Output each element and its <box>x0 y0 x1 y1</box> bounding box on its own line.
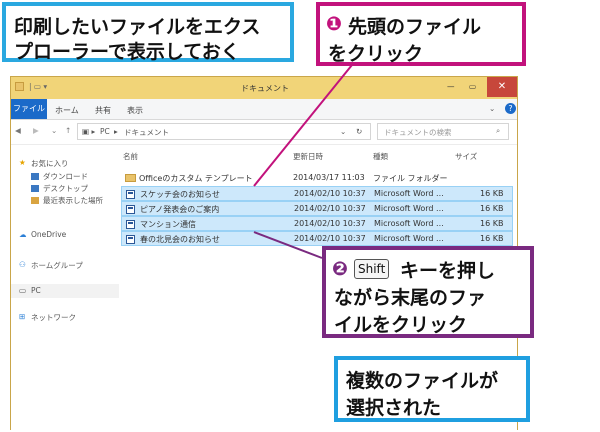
result-line1: 複数のファイルが <box>346 370 499 392</box>
step2-number: ❷ <box>332 258 349 280</box>
callout-step2: ❷ Shift キーを押し ながら末尾のファ イルをクリック <box>322 246 534 338</box>
callout-step1: ❶ 先頭のファイル をクリック <box>316 2 526 66</box>
step1-line1: 先頭のファイル <box>348 16 482 38</box>
step2-line3: イルをクリック <box>334 314 468 336</box>
step1-line2: をクリック <box>328 43 424 65</box>
callout-instruction-line2: プローラーで表示しておく <box>14 41 240 63</box>
step2-line1: キーを押し <box>400 260 496 282</box>
step2-line2: ながら末尾のファ <box>334 287 487 309</box>
callout-instruction: 印刷したいファイルをエクス プローラーで表示しておく <box>2 2 294 63</box>
pointer-line-step1 <box>253 59 357 187</box>
shift-key: Shift <box>354 259 390 279</box>
callout-instruction-line1: 印刷したいファイルをエクス <box>14 16 261 38</box>
pointer-line-step2 <box>253 231 323 259</box>
callout-result: 複数のファイルが 選択された <box>334 356 530 422</box>
result-line2: 選択された <box>346 397 442 419</box>
step1-number: ❶ <box>326 13 343 35</box>
